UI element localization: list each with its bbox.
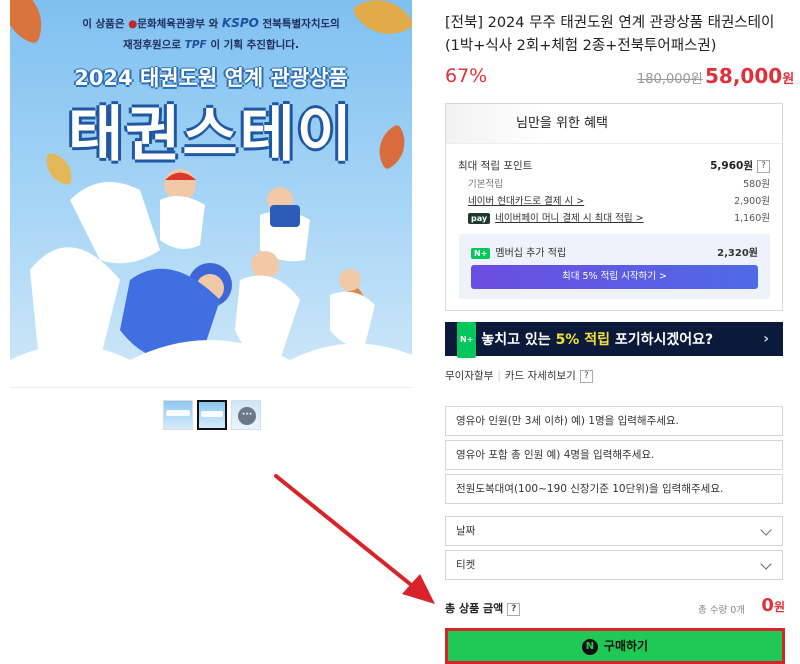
more-icon: ··· <box>238 407 256 425</box>
membership-row: N+ 멤버십 추가 적립 2,320원 <box>471 244 758 259</box>
installment-link[interactable]: 무이자할부 <box>445 370 493 382</box>
membership-box: N+ 멤버십 추가 적립 2,320원 최대 5% 적립 시작하기 > <box>459 234 770 299</box>
basic-points-row: 기본적립 580원 <box>468 179 770 190</box>
infant-count-input[interactable]: 영유아 인원(만 3세 이하) 예) 1명을 입력해주세요. <box>445 406 783 436</box>
total-label: 총 상품 금액? <box>445 600 521 616</box>
npay-money-link[interactable]: 네이버페이 머니 결제 시 최대 적립 > <box>495 213 643 224</box>
date-select[interactable]: 날짜 <box>445 516 783 546</box>
chevron-right-icon: › <box>763 331 769 347</box>
hyundai-card-link[interactable]: 네이버 현대카드로 결제 시 > <box>468 196 584 207</box>
sale-price: 58,000원 <box>705 64 795 88</box>
help-icon[interactable]: ? <box>757 159 770 173</box>
thumbnail-1[interactable] <box>163 400 193 430</box>
card-details-link[interactable]: 카드 자세히보기 <box>505 370 576 382</box>
hyundai-card-row: 네이버 현대카드로 결제 시 > 2,900원 <box>468 196 770 207</box>
naver-n-icon: N <box>581 638 598 655</box>
sponsor-line-2: 재정후원으로 TPF 이 기획 추진합니다. <box>123 39 299 51</box>
naver-plus-icon: N+ <box>471 247 491 259</box>
help-icon[interactable]: ? <box>507 602 521 616</box>
total-quantity: 총 수량 0개 <box>697 605 745 616</box>
thumbnail-more[interactable]: ··· <box>231 400 261 430</box>
buy-button[interactable]: N 구매하기 <box>445 628 785 664</box>
max-points-row: 최대 적립 포인트 5,960원? <box>458 158 770 173</box>
discount-rate: 67% <box>445 65 488 87</box>
thumbnail-strip: ··· <box>163 400 261 430</box>
thumbnail-2[interactable] <box>197 400 227 430</box>
uniform-rental-input[interactable]: 전원도복대여(100~190 신장기준 10단위)을 입력해주세요. <box>445 474 783 504</box>
product-main-image[interactable]: 이 상품은 ●문화체육관광부 와 KSPO 전북특별자치도의 재정후원으로 TP… <box>10 0 412 387</box>
membership-start-button[interactable]: 최대 5% 적립 시작하기 > <box>471 265 758 289</box>
promo-banner[interactable]: N+ 놓치고 있는 5% 적립 포기하시겠어요? › <box>445 322 783 358</box>
installment-info: 무이자할부 | 카드 자세히보기? <box>445 368 593 383</box>
image-divider <box>10 387 412 388</box>
chevron-down-icon <box>760 524 772 536</box>
help-icon[interactable]: ? <box>579 369 593 383</box>
npay-money-row: pay 네이버페이 머니 결제 시 최대 적립 > 1,160원 <box>458 210 770 224</box>
taekwondo-illustration <box>10 169 412 387</box>
ticket-select[interactable]: 티켓 <box>445 550 783 580</box>
total-price: 0원 <box>761 595 785 616</box>
benefits-header: 님만을 위한 혜택 <box>446 104 782 144</box>
total-people-input[interactable]: 영유아 포함 총 인원 예) 4명을 입력해주세요. <box>445 440 783 470</box>
total-row: 총 상품 금액? 총 수량 0개 0원 <box>445 595 785 618</box>
benefits-panel: 님만을 위한 혜택 최대 적립 포인트 5,960원? 기본적립 580원 네이… <box>445 103 783 311</box>
npay-icon: pay <box>468 213 491 224</box>
product-title: [전북] 2024 무주 태권도원 연계 관광상품 태권스테이 (1박+식사 2… <box>445 15 775 54</box>
annotation-arrow <box>274 474 435 604</box>
original-price: 180,000원 <box>637 72 703 87</box>
sponsor-line-1: 이 상품은 ●문화체육관광부 와 KSPO 전북특별자치도의 <box>82 16 340 30</box>
naver-plus-icon: N+ <box>457 322 477 358</box>
chevron-down-icon <box>760 558 772 570</box>
